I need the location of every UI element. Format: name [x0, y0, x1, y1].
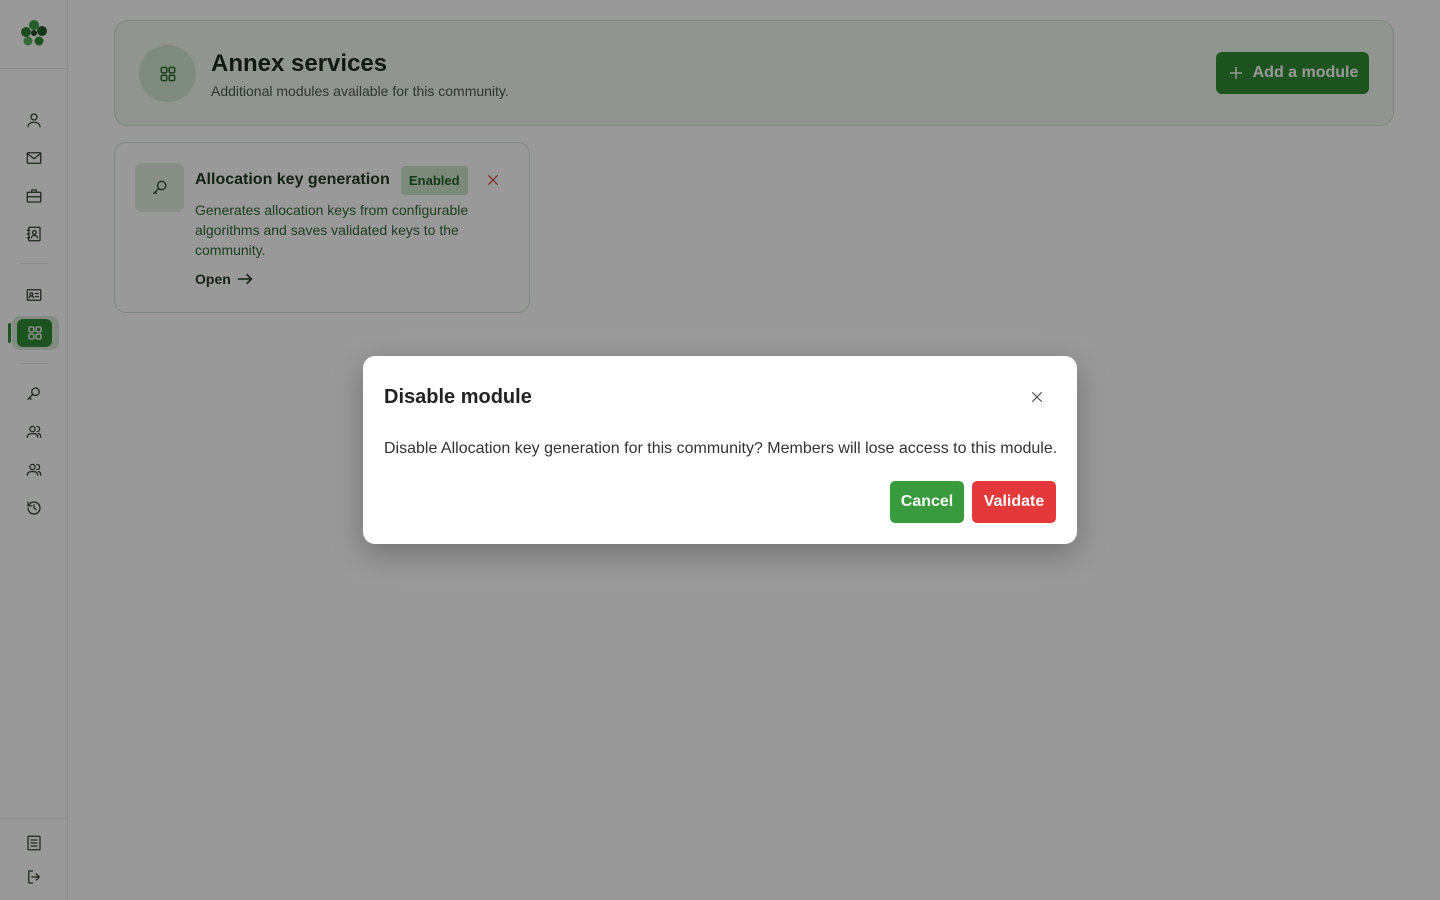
dialog-close-button[interactable] — [1027, 387, 1047, 407]
dialog-title: Disable module — [384, 386, 532, 408]
dialog-message: Disable Allocation key generation for th… — [384, 440, 1058, 457]
close-icon — [1031, 391, 1043, 403]
cancel-button[interactable]: Cancel — [890, 481, 964, 523]
validate-button[interactable]: Validate — [972, 481, 1056, 523]
disable-module-dialog: Disable module Disable Allocation key ge… — [363, 356, 1077, 544]
